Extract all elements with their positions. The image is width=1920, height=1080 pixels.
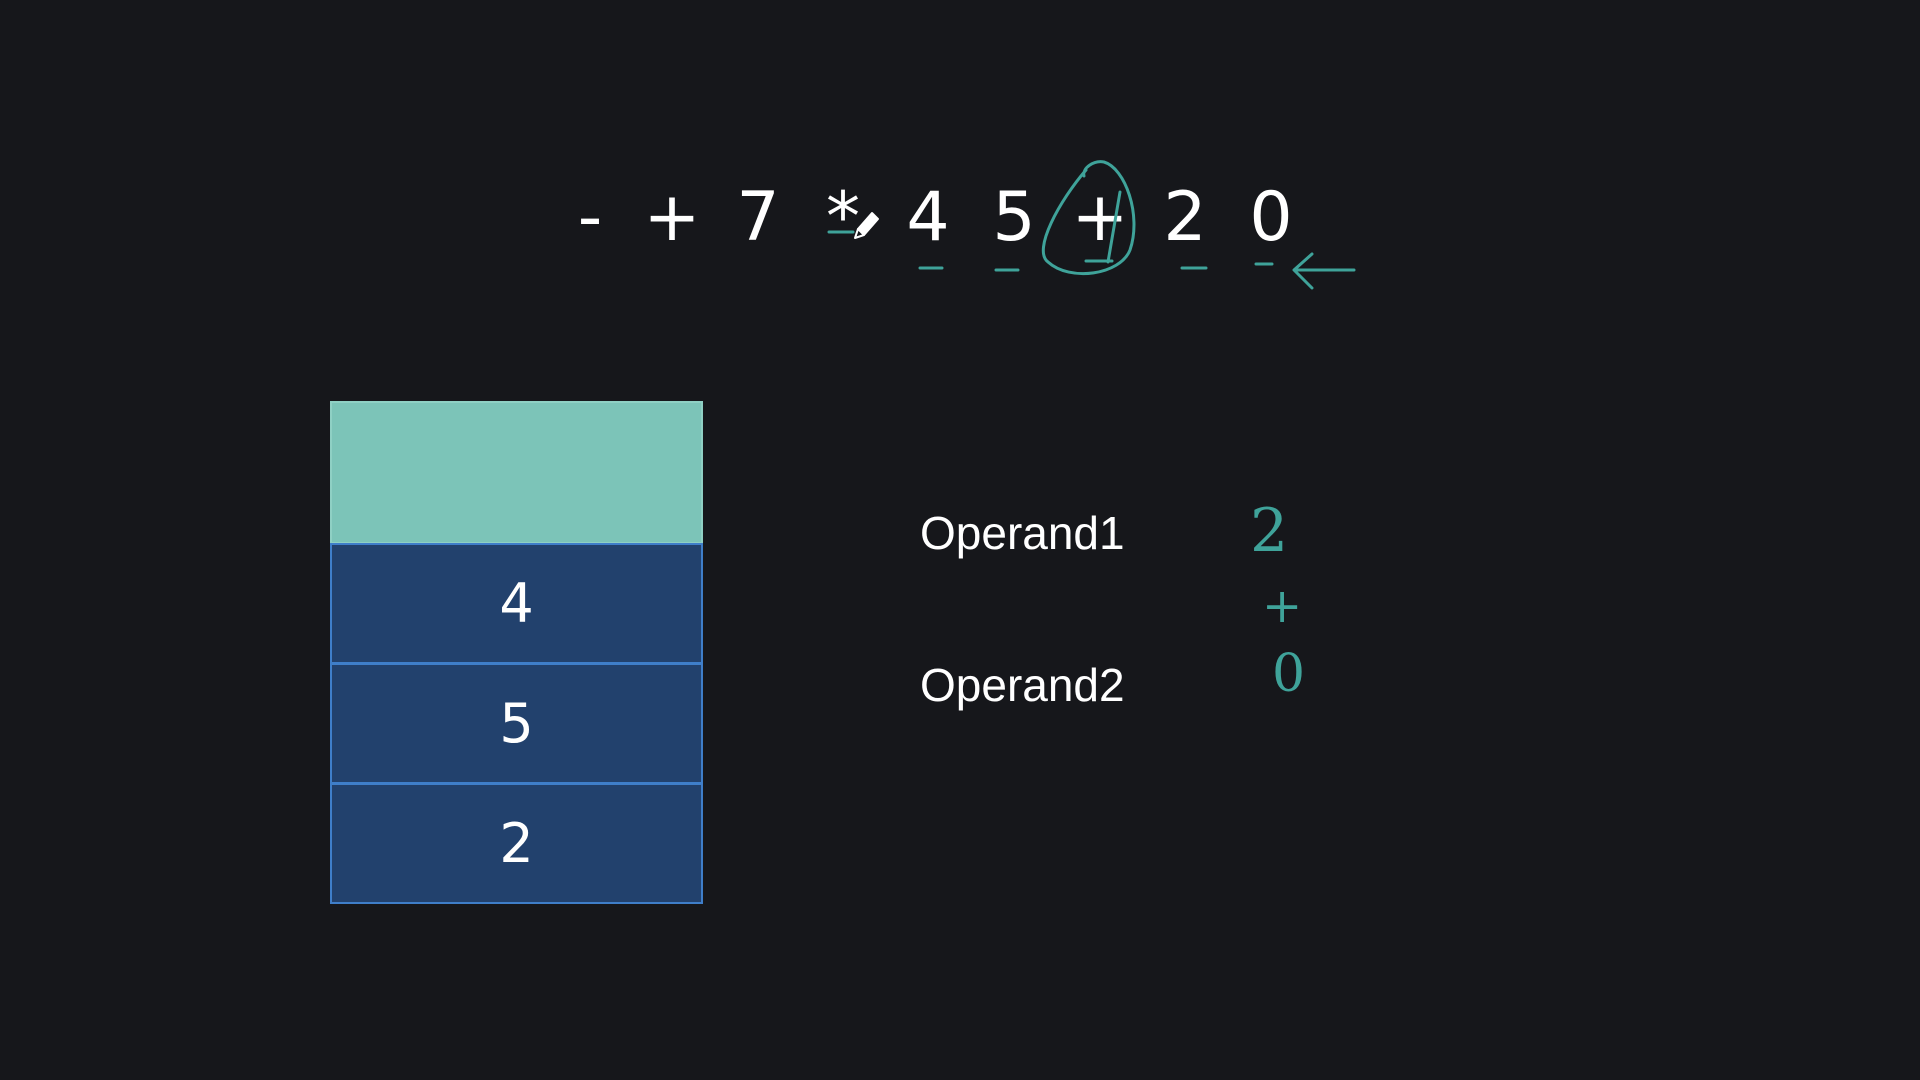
- operand2-value: 0: [1272, 644, 1306, 704]
- operator-value: +: [1262, 578, 1303, 634]
- expression-token: 7: [736, 178, 780, 257]
- expression-token: 2: [1163, 178, 1207, 257]
- expression-token: 5: [992, 178, 1036, 257]
- stack-item: 5: [330, 663, 703, 784]
- prefix-expression: - + 7 * 4 5 + 2 0: [560, 168, 1320, 268]
- expression-token: +: [1071, 178, 1129, 257]
- operand2-label: Operand2: [920, 659, 1125, 711]
- expression-token: 0: [1249, 178, 1293, 257]
- operand1-value: 2: [1250, 496, 1289, 566]
- expression-token: 4: [906, 178, 950, 257]
- operand1-label: Operand1: [920, 507, 1125, 559]
- stack-item: 2: [330, 783, 703, 904]
- expression-token: +: [643, 178, 701, 257]
- expression-token: -: [577, 178, 603, 257]
- stack-item: 4: [330, 543, 703, 664]
- stack-top-empty-slot: [330, 401, 703, 544]
- stack: 4 5 2: [330, 401, 703, 904]
- expression-token: *: [826, 178, 860, 257]
